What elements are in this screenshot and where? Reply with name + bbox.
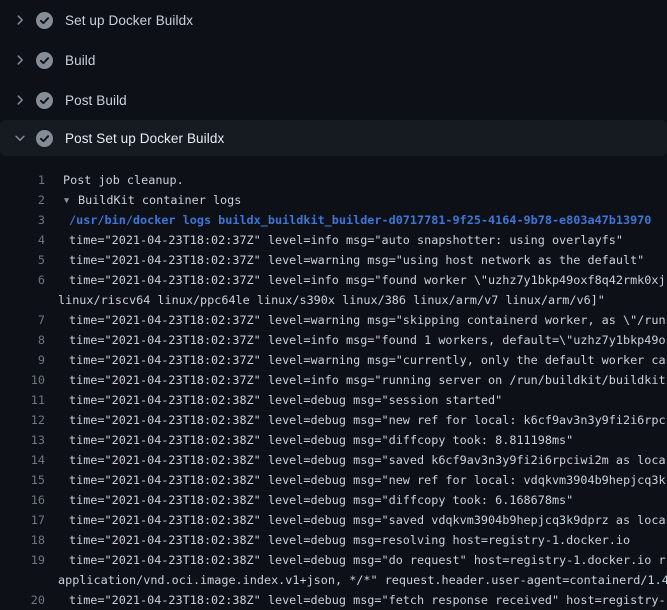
line-number[interactable]: 12 bbox=[0, 410, 45, 430]
check-circle-icon bbox=[36, 52, 53, 69]
line-number[interactable]: 9 bbox=[0, 350, 45, 370]
line-number[interactable]: 14 bbox=[0, 450, 45, 470]
log-line: 12 time="2021-04-23T18:02:38Z" level=debu… bbox=[0, 410, 667, 430]
log-line-continuation: application/vnd.oci.image.index.v1+json,… bbox=[0, 570, 667, 590]
check-circle-icon bbox=[36, 12, 53, 29]
line-number[interactable]: 16 bbox=[0, 490, 45, 510]
log-group-title[interactable]: BuildKit container logs bbox=[78, 193, 241, 207]
command-text: /usr/bin/docker logs buildx_buildkit_bui… bbox=[69, 213, 651, 227]
log-text: time="2021-04-23T18:02:38Z" level=debug … bbox=[69, 493, 573, 507]
log-line: 16 time="2021-04-23T18:02:38Z" level=debu… bbox=[0, 490, 667, 510]
line-number[interactable]: 1 bbox=[0, 170, 45, 190]
log-text: linux/riscv64 linux/ppc64le linux/s390x … bbox=[58, 293, 605, 307]
check-circle-icon bbox=[36, 92, 53, 109]
log-text: time="2021-04-23T18:02:37Z" level=warnin… bbox=[69, 313, 666, 327]
line-number[interactable]: 4 bbox=[0, 230, 45, 250]
log-line: 1 Post job cleanup. bbox=[0, 170, 667, 190]
line-number[interactable]: 7 bbox=[0, 310, 45, 330]
line-number[interactable]: 19 bbox=[0, 550, 45, 570]
line-number[interactable]: 18 bbox=[0, 530, 45, 550]
log-text: time="2021-04-23T18:02:38Z" level=debug … bbox=[69, 553, 666, 567]
step-label: Post Set up Docker Buildx bbox=[65, 131, 224, 146]
log-line: 10 time="2021-04-23T18:02:37Z" level=info… bbox=[0, 370, 667, 390]
line-number[interactable]: 2 bbox=[0, 190, 45, 210]
log-text: time="2021-04-23T18:02:37Z" level=info m… bbox=[69, 273, 666, 287]
log-text: time="2021-04-23T18:02:38Z" level=debug … bbox=[69, 413, 666, 427]
log-line: 14 time="2021-04-23T18:02:38Z" level=debu… bbox=[0, 450, 667, 470]
log-line: 9 time="2021-04-23T18:02:37Z" level=warni… bbox=[0, 350, 667, 370]
chevron-right-icon bbox=[12, 52, 28, 68]
collapse-triangle-icon[interactable]: ▼ bbox=[64, 191, 78, 210]
step-label: Set up Docker Buildx bbox=[65, 13, 193, 28]
log-text: time="2021-04-23T18:02:38Z" level=debug … bbox=[69, 513, 666, 527]
log-line: 13 time="2021-04-23T18:02:38Z" level=debu… bbox=[0, 430, 667, 450]
log-text: time="2021-04-23T18:02:38Z" level=debug … bbox=[69, 453, 666, 467]
log-line: 17 time="2021-04-23T18:02:38Z" level=debu… bbox=[0, 510, 667, 530]
log-group-header[interactable]: 2 ▼BuildKit container logs bbox=[0, 190, 667, 210]
chevron-right-icon bbox=[12, 92, 28, 108]
log-line: 6 time="2021-04-23T18:02:37Z" level=info … bbox=[0, 270, 667, 290]
log-text: time="2021-04-23T18:02:38Z" level=debug … bbox=[69, 533, 630, 547]
step-post-set-up-docker-buildx[interactable]: Post Set up Docker Buildx bbox=[0, 120, 667, 156]
step-label: Post Build bbox=[65, 93, 127, 108]
step-set-up-docker-buildx[interactable]: Set up Docker Buildx bbox=[0, 0, 667, 40]
line-number[interactable]: 15 bbox=[0, 470, 45, 490]
log-text: time="2021-04-23T18:02:37Z" level=info m… bbox=[69, 333, 666, 347]
log-line: 15 time="2021-04-23T18:02:38Z" level=debu… bbox=[0, 470, 667, 490]
line-number[interactable]: 17 bbox=[0, 510, 45, 530]
log-area: 1 Post job cleanup. 2 ▼BuildKit container … bbox=[0, 156, 667, 610]
log-line: 8 time="2021-04-23T18:02:37Z" level=info … bbox=[0, 330, 667, 350]
chevron-down-icon bbox=[12, 130, 28, 146]
log-line: 11 time="2021-04-23T18:02:38Z" level=debu… bbox=[0, 390, 667, 410]
line-number[interactable]: 10 bbox=[0, 370, 45, 390]
line-number[interactable]: 3 bbox=[0, 210, 45, 230]
log-text: time="2021-04-23T18:02:38Z" level=debug … bbox=[69, 473, 666, 487]
log-text: time="2021-04-23T18:02:38Z" level=debug … bbox=[69, 393, 502, 407]
line-number[interactable]: 13 bbox=[0, 430, 45, 450]
log-text: Post job cleanup. bbox=[63, 173, 184, 187]
chevron-right-icon bbox=[12, 12, 28, 28]
line-number[interactable]: 11 bbox=[0, 390, 45, 410]
workflow-steps-list: Set up Docker Buildx Build Post Build Po… bbox=[0, 0, 667, 156]
log-line: 20 time="2021-04-23T18:02:38Z" level=debu… bbox=[0, 590, 667, 610]
log-line: 7 time="2021-04-23T18:02:37Z" level=warni… bbox=[0, 310, 667, 330]
log-line: 19 time="2021-04-23T18:02:38Z" level=debu… bbox=[0, 550, 667, 570]
log-text: time="2021-04-23T18:02:37Z" level=info m… bbox=[69, 233, 623, 247]
log-line: 18 time="2021-04-23T18:02:38Z" level=debu… bbox=[0, 530, 667, 550]
step-post-build[interactable]: Post Build bbox=[0, 80, 667, 120]
line-number[interactable]: 5 bbox=[0, 250, 45, 270]
log-text: time="2021-04-23T18:02:37Z" level=info m… bbox=[69, 373, 666, 387]
step-label: Build bbox=[65, 53, 96, 68]
check-circle-icon bbox=[36, 130, 53, 147]
log-line-continuation: linux/riscv64 linux/ppc64le linux/s390x … bbox=[0, 290, 667, 310]
log-text: time="2021-04-23T18:02:38Z" level=debug … bbox=[69, 433, 573, 447]
log-line: 4 time="2021-04-23T18:02:37Z" level=info … bbox=[0, 230, 667, 250]
log-text: time="2021-04-23T18:02:37Z" level=warnin… bbox=[69, 253, 644, 267]
line-number[interactable]: 8 bbox=[0, 330, 45, 350]
log-command-line: 3/usr/bin/docker logs buildx_buildkit_bu… bbox=[0, 210, 667, 230]
log-text: application/vnd.oci.image.index.v1+json,… bbox=[58, 573, 667, 587]
log-text: time="2021-04-23T18:02:37Z" level=warnin… bbox=[69, 353, 666, 367]
log-line: 5 time="2021-04-23T18:02:37Z" level=warni… bbox=[0, 250, 667, 270]
step-build[interactable]: Build bbox=[0, 40, 667, 80]
log-text: time="2021-04-23T18:02:38Z" level=debug … bbox=[69, 593, 666, 607]
line-number[interactable]: 6 bbox=[0, 270, 45, 290]
line-number[interactable]: 20 bbox=[0, 590, 45, 610]
